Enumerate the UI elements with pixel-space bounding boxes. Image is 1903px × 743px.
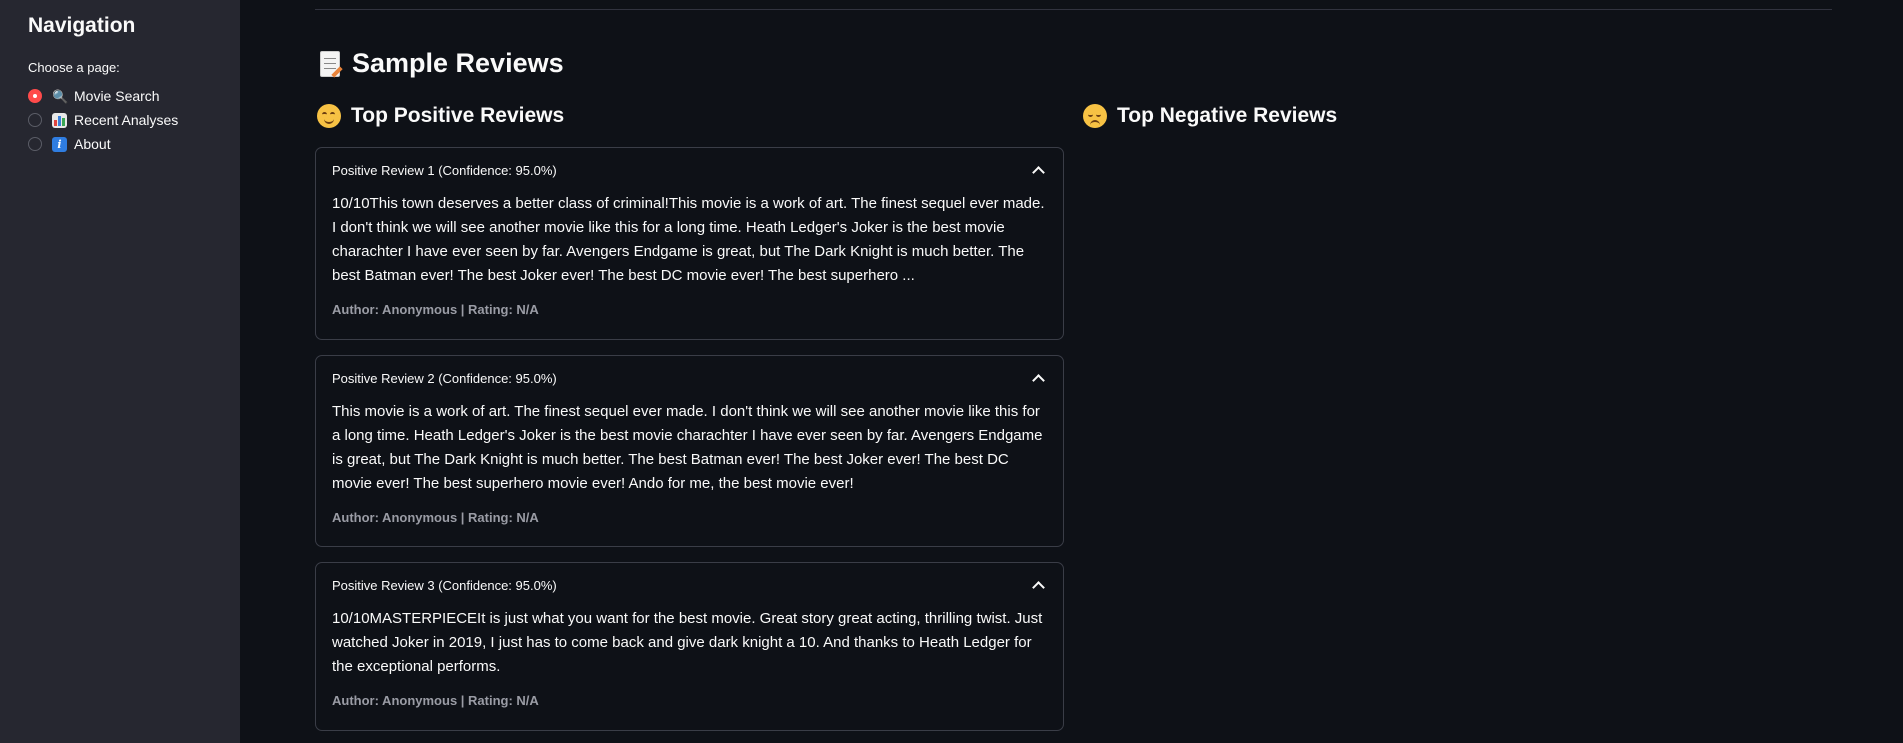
expander-title: Positive Review 2 (Confidence: 95.0%) [332, 370, 557, 386]
main-content: Sample Reviews Top Positive Reviews Top … [240, 0, 1903, 743]
review-text: 10/10This town deserves a better class o… [332, 195, 1045, 284]
memo-icon [320, 50, 340, 77]
radio-option-recent-analyses[interactable]: Recent Analyses [28, 108, 178, 132]
radio-button[interactable] [28, 137, 42, 151]
radio-button[interactable] [28, 113, 42, 127]
divider [315, 9, 1832, 10]
radio-label-about: About [74, 136, 111, 152]
review-meta: Author: Anonymous | Rating: N/A [332, 510, 539, 525]
bar-chart-icon [52, 112, 67, 128]
review-text: This movie is a work of art. The finest … [332, 403, 1043, 492]
magnifier-icon: 🔍 [52, 88, 69, 104]
expander-header[interactable]: Positive Review 2 (Confidence: 95.0%) [316, 356, 1063, 400]
chevron-up-icon[interactable] [1032, 373, 1045, 387]
radio-button-selected[interactable] [28, 89, 42, 103]
smiling-face-icon [317, 104, 341, 128]
page-title-text: Sample Reviews [352, 48, 564, 78]
radio-option-movie-search[interactable]: 🔍 Movie Search [28, 84, 178, 108]
sidebar: Navigation Choose a page: 🔍 Movie Search… [0, 0, 240, 743]
review-expander-2: Positive Review 2 (Confidence: 95.0%) Th… [315, 355, 1064, 547]
info-icon: i [52, 136, 67, 152]
review-text: 10/10MASTERPIECEIt is just what you want… [332, 610, 1043, 675]
expander-header[interactable]: Positive Review 1 (Confidence: 95.0%) [316, 148, 1063, 192]
positive-heading-text: Top Positive Reviews [351, 104, 565, 127]
chevron-up-icon[interactable] [1032, 580, 1045, 594]
review-expander-3: Positive Review 3 (Confidence: 95.0%) 10… [315, 562, 1064, 731]
positive-heading: Top Positive Reviews [317, 104, 564, 128]
review-meta: Author: Anonymous | Rating: N/A [332, 302, 539, 317]
page-chooser-label: Choose a page: [28, 60, 120, 75]
expander-title: Positive Review 3 (Confidence: 95.0%) [332, 577, 557, 593]
radio-label-movie-search: Movie Search [74, 88, 160, 104]
expander-title: Positive Review 1 (Confidence: 95.0%) [332, 162, 557, 178]
review-expander-1: Positive Review 1 (Confidence: 95.0%) 10… [315, 147, 1064, 340]
sad-face-icon [1083, 104, 1107, 128]
sidebar-title: Navigation [28, 14, 136, 37]
chevron-up-icon[interactable] [1032, 165, 1045, 179]
page-radio-group: 🔍 Movie Search Recent Analyses i About [28, 84, 178, 156]
negative-heading: Top Negative Reviews [1083, 104, 1337, 128]
radio-option-about[interactable]: i About [28, 132, 178, 156]
review-meta: Author: Anonymous | Rating: N/A [332, 693, 539, 708]
expander-header[interactable]: Positive Review 3 (Confidence: 95.0%) [316, 563, 1063, 607]
negative-heading-text: Top Negative Reviews [1117, 104, 1338, 127]
radio-label-recent-analyses: Recent Analyses [74, 112, 179, 128]
page-title: Sample Reviews [320, 48, 564, 79]
